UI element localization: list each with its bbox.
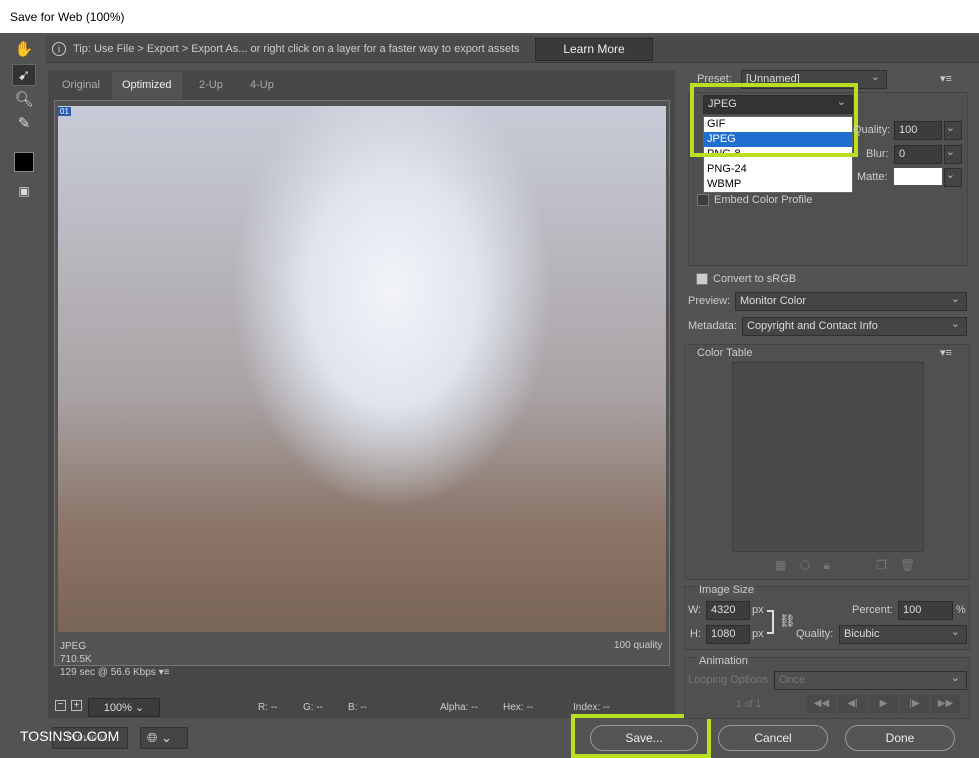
resample-quality-label: Quality: [796,628,834,640]
format-option-png24[interactable]: PNG-24 [704,162,852,177]
matte-color-swatch[interactable] [894,168,942,185]
new-color-icon[interactable]: ❐ [876,558,887,572]
preset-label: Preset: [697,73,732,85]
zoom-tool-icon[interactable]: 🔍︎ [12,88,36,110]
color-table-title: Color Table [697,347,753,359]
tip-text: Tip: Use File > Export > Export As... or… [73,43,520,55]
browser-icon: 🌐︎ [147,730,158,745]
image-quality-info: 100 quality [614,640,663,651]
matte-label: Matte: [857,171,888,183]
matte-select[interactable] [944,168,962,187]
learn-more-button[interactable]: Learn More [535,38,653,61]
zoom-out-button[interactable]: − [55,700,66,711]
map-transparent-icon[interactable]: ▦ [775,558,786,572]
browser-preview-select[interactable]: 🌐︎ ⌄ [140,727,188,749]
format-option-png8[interactable]: PNG-8 [704,147,852,162]
eyedropper-tool-icon[interactable]: ✎ [12,112,36,134]
watermark: TOSINSO.COM [20,728,120,744]
delete-color-icon[interactable]: 🗑︎ [900,558,915,572]
link-constrain-icon[interactable]: ⛓︎ [779,613,796,629]
window-title: Save for Web (100%) [0,0,979,33]
play-icon[interactable]: ▶ [869,695,898,713]
blue-readout: B: -- [348,702,367,713]
toggle-slices-icon[interactable]: ▣ [12,180,36,202]
embed-color-profile-checkbox[interactable] [697,194,709,206]
convert-srgb-label: Convert to sRGB [713,273,797,285]
index-readout: Index: -- [573,702,610,713]
tab-4up[interactable]: 4-Up [240,72,284,99]
format-option-wbmp[interactable]: WBMP [704,177,852,192]
alpha-readout: Alpha: -- [440,702,478,713]
done-button[interactable]: Done [845,725,955,751]
optimized-image-preview[interactable] [58,106,666,632]
last-frame-icon[interactable]: ▶▶ [931,695,960,713]
preview-select[interactable]: Monitor Color [735,292,967,311]
download-rate-menu-icon[interactable]: ▾≡ [159,667,170,678]
animation-title: Animation [697,655,750,667]
height-input[interactable]: 1080 [706,625,750,644]
web-shift-icon[interactable]: ⬡ [800,558,810,572]
next-frame-icon[interactable]: |▶ [900,695,929,713]
zoom-level-select[interactable]: 100% ⌄ [88,698,160,717]
looping-options-label: Looping Options: [688,674,772,686]
image-format: JPEG [60,641,87,652]
blur-slider-toggle[interactable] [944,145,962,164]
width-unit: px [752,604,764,616]
quality-slider-toggle[interactable] [944,121,962,140]
eyedropper-color-swatch[interactable] [14,152,34,172]
frame-counter: 1 of 1 [736,699,762,710]
tab-2up[interactable]: 2-Up [189,72,233,99]
preset-select[interactable]: [Unnamed] [741,70,887,89]
embed-color-profile-label: Embed Color Profile [714,194,813,206]
convert-srgb-checkbox[interactable] [696,273,708,285]
color-table-menu-icon[interactable]: ▾≡ [940,346,952,359]
quality-label: Quality: [853,124,891,136]
cancel-button[interactable]: Cancel [718,725,828,751]
metadata-label: Metadata: [688,320,737,332]
slice-badge: 01 [58,107,71,116]
file-format-dropdown[interactable]: GIF JPEG PNG-8 PNG-24 WBMP [703,116,853,193]
tab-original[interactable]: Original [52,72,110,99]
format-option-gif[interactable]: GIF [704,117,852,132]
green-readout: G: -- [303,702,323,713]
previous-frame-icon[interactable]: ◀| [838,695,867,713]
file-format-select[interactable]: JPEG [703,95,853,114]
height-label: H: [690,628,701,640]
color-table-grid[interactable] [732,362,924,552]
image-size-title: Image Size [697,584,757,596]
red-readout: R: -- [258,702,278,713]
zoom-in-button[interactable]: + [71,700,82,711]
slice-select-tool-icon[interactable]: ➹ [12,64,36,86]
preview-label: Preview: [688,295,731,307]
download-time: 129 sec @ 56.6 Kbps [60,667,156,678]
first-frame-icon[interactable]: ◀◀ [807,695,836,713]
lock-color-icon[interactable]: 🔒︎ [824,558,830,572]
quality-input[interactable]: 100 [894,121,942,140]
optimize-menu-icon[interactable]: ▾≡ [940,72,952,85]
percent-unit: % [956,604,966,616]
resample-quality-select[interactable]: Bicubic [839,625,967,644]
width-input[interactable]: 4320 [706,601,750,620]
image-file-size: 710.5K [60,654,92,665]
percent-input[interactable]: 100 [898,601,953,620]
width-label: W: [688,604,702,616]
height-unit: px [752,628,764,640]
format-option-jpeg[interactable]: JPEG [704,132,852,147]
info-icon: i [52,42,66,56]
tab-optimized[interactable]: Optimized [112,72,182,99]
percent-label: Percent: [852,604,893,616]
blur-label: Blur: [866,148,889,160]
looping-options-select[interactable]: Once [774,671,967,690]
hex-readout: Hex: -- [503,702,533,713]
hand-tool-icon[interactable]: ✋ [12,38,36,60]
save-button[interactable]: Save... [590,725,698,751]
blur-input[interactable]: 0 [894,145,942,164]
metadata-select[interactable]: Copyright and Contact Info [742,317,967,336]
